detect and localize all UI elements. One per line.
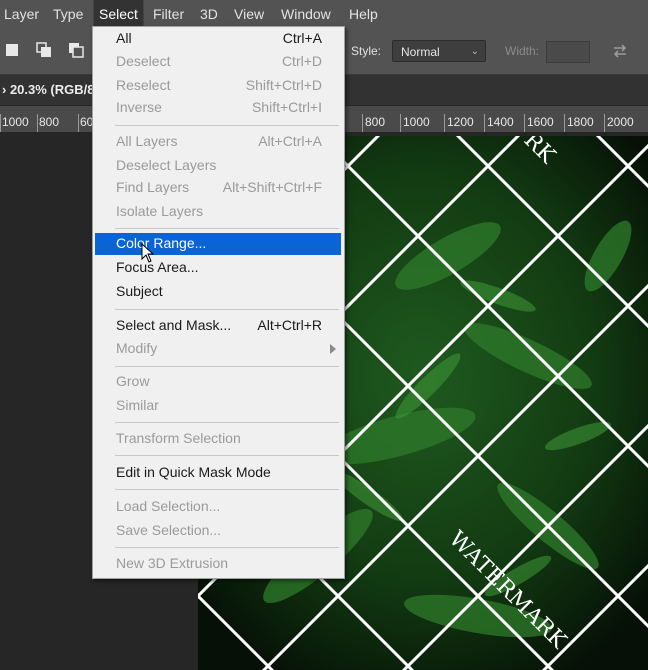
menu-item-isolate-layers[interactable]: Isolate Layers [93, 201, 344, 223]
menu-item-similar[interactable]: Similar [93, 395, 344, 417]
menu-item-deselect[interactable]: Deselect Ctrl+D [93, 51, 344, 73]
menu-item-label: Load Selection... [116, 498, 221, 514]
menu-item-label: Color Range... [116, 235, 207, 251]
menu-item-all-layers[interactable]: All Layers Alt+Ctrl+A [93, 131, 344, 153]
menu-type[interactable]: Type [53, 0, 83, 28]
style-select[interactable]: Normal ⌄ [392, 40, 486, 62]
menu-item-label: Find Layers [116, 179, 190, 195]
document-tab[interactable]: › 20.3% (RGB/8 [0, 75, 95, 105]
menu-item-shortcut: Alt+Shift+Ctrl+F [222, 179, 322, 195]
menu-item-label: Save Selection... [116, 522, 222, 538]
menu-item-label: Subject [116, 283, 163, 299]
menu-item-shortcut: Ctrl+D [281, 53, 322, 69]
menu-separator [115, 228, 339, 229]
menu-item-transform-selection[interactable]: Transform Selection [93, 428, 344, 450]
menu-item-modify[interactable]: Modify [93, 338, 344, 360]
menu-item-edit-in-quick-mask-mode[interactable]: Edit in Quick Mask Mode [93, 462, 344, 484]
menu-item-new-3d-extrusion[interactable]: New 3D Extrusion [93, 553, 344, 575]
menu-item-label: Transform Selection [116, 430, 241, 446]
menu-item-shortcut: Shift+Ctrl+D [245, 77, 322, 93]
menu-item-color-range[interactable]: Color Range... [95, 233, 341, 255]
menu-item-label: All [116, 30, 132, 46]
menu-item-label: Grow [116, 373, 150, 389]
width-label: Width: [505, 44, 540, 58]
menu-item-label: Select and Mask... [116, 317, 232, 333]
menu-item-label: Inverse [116, 99, 162, 115]
ruler-tick: 800 [365, 115, 386, 129]
menu-item-label: Deselect [116, 53, 171, 69]
menu-separator [115, 125, 339, 126]
ruler-tick: 1000 [403, 115, 430, 129]
ruler-tick: 1200 [447, 115, 474, 129]
menu-item-label: All Layers [116, 133, 178, 149]
menu-item-label: Reselect [116, 77, 171, 93]
tab-arrow-icon: › [2, 82, 10, 97]
menu-item-subject[interactable]: Subject [93, 281, 344, 303]
menu-help[interactable]: Help [349, 0, 378, 28]
menu-item-label: New 3D Extrusion [116, 555, 229, 571]
menu-item-shortcut: Shift+Ctrl+I [251, 99, 322, 115]
menu-window[interactable]: Window [281, 0, 331, 28]
menu-item-label: Edit in Quick Mask Mode [116, 464, 271, 480]
menu-item-all[interactable]: All Ctrl+A [93, 28, 344, 50]
style-select-value: Normal [401, 45, 440, 59]
ruler-tick: 1400 [487, 115, 514, 129]
menu-item-find-layers[interactable]: Find Layers Alt+Shift+Ctrl+F [93, 177, 344, 199]
submenu-arrow-icon [330, 344, 336, 354]
new-selection-icon[interactable] [4, 42, 20, 58]
menu-view[interactable]: View [234, 0, 264, 28]
style-label: Style: [351, 44, 382, 58]
menu-item-shortcut: Ctrl+A [282, 30, 322, 46]
menu-layer[interactable]: Layer [4, 0, 39, 28]
menu-item-shortcut: Alt+Ctrl+R [257, 317, 322, 333]
menu-item-deselect-layers[interactable]: Deselect Layers [93, 155, 344, 177]
select-menu-dropdown: All Ctrl+A Deselect Ctrl+D Reselect Shif… [92, 26, 345, 579]
ruler-tick: 1800 [567, 115, 594, 129]
menu-item-load-selection[interactable]: Load Selection... [93, 496, 344, 518]
mouse-cursor-icon [141, 243, 155, 263]
width-input[interactable] [546, 41, 590, 63]
menu-item-inverse[interactable]: Inverse Shift+Ctrl+I [93, 97, 344, 119]
menu-filter[interactable]: Filter [153, 0, 184, 28]
menu-item-label: Modify [116, 340, 158, 356]
subtract-from-selection-icon[interactable] [68, 42, 84, 58]
menu-separator [115, 366, 339, 367]
menu-item-label: Focus Area... [116, 259, 199, 275]
ruler-tick: 1000 [2, 115, 29, 129]
menu-item-grow[interactable]: Grow [93, 371, 344, 393]
menu-item-save-selection[interactable]: Save Selection... [93, 520, 344, 542]
document-title: 20.3% (RGB/8 [9, 82, 95, 97]
menu-item-label: Isolate Layers [116, 203, 204, 219]
menu-select[interactable]: Select [93, 0, 144, 29]
menu-item-focus-area[interactable]: Focus Area... [93, 257, 344, 279]
ruler-tick: 800 [39, 115, 60, 129]
menu-separator [115, 309, 339, 310]
ruler-tick: 2000 [607, 115, 634, 129]
menu-item-select-and-mask[interactable]: Select and Mask... Alt+Ctrl+R [93, 315, 344, 337]
ruler-tick: 1600 [527, 115, 554, 129]
menu-item-reselect[interactable]: Reselect Shift+Ctrl+D [93, 75, 344, 97]
menu-3d[interactable]: 3D [200, 0, 218, 28]
menu-bar: Layer Type Select Filter 3D View Window … [0, 0, 648, 29]
swap-width-height-icon[interactable] [610, 41, 630, 61]
menu-separator [115, 455, 339, 456]
menu-separator [115, 547, 339, 548]
menu-separator [115, 422, 339, 423]
add-to-selection-icon[interactable] [36, 42, 52, 58]
menu-item-label: Similar [116, 397, 159, 413]
menu-separator [115, 489, 339, 490]
chevron-down-icon: ⌄ [470, 46, 479, 57]
menu-item-label: Deselect Layers [116, 157, 217, 173]
menu-item-shortcut: Alt+Ctrl+A [258, 133, 322, 149]
